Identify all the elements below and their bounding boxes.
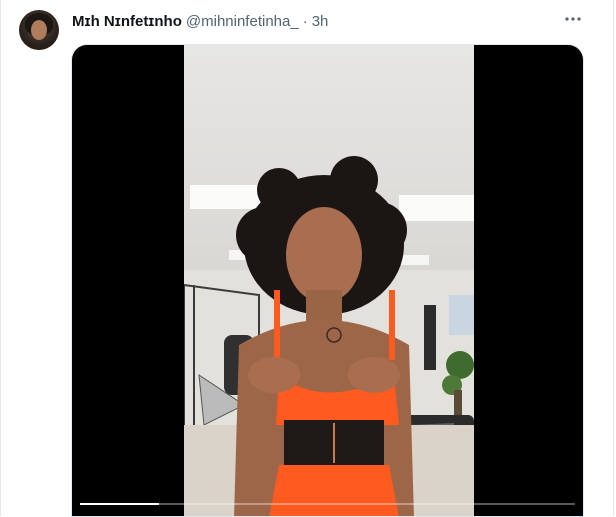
- more-button[interactable]: [562, 8, 584, 30]
- tweet-header: Mɪh Nɪnfetɪnho @mihninfetinha_ · 3h: [72, 11, 328, 31]
- video-progress-fill: [80, 503, 160, 505]
- video-player[interactable]: [71, 44, 584, 517]
- avatar[interactable]: [19, 10, 59, 50]
- avatar-face: [31, 20, 47, 40]
- separator: ·: [302, 12, 308, 30]
- display-name[interactable]: Mɪh Nɪnfetɪnho: [72, 13, 182, 30]
- timestamp[interactable]: 3h: [312, 13, 329, 30]
- video-frame[interactable]: [184, 45, 474, 516]
- video-scene: [184, 156, 474, 516]
- more-horizontal-icon: [565, 17, 581, 21]
- user-handle[interactable]: @mihninfetinha_: [186, 13, 299, 30]
- video-progress-bar[interactable]: [80, 503, 575, 505]
